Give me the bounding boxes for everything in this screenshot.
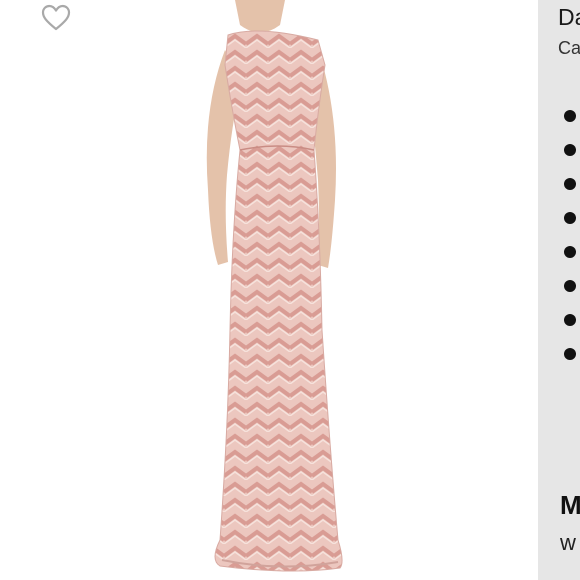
list-item-bullet — [564, 314, 576, 326]
list-item-bullet — [564, 246, 576, 258]
list-item-bullet — [564, 178, 576, 190]
list-item-bullet — [564, 212, 576, 224]
model-neck — [235, 0, 285, 33]
section-subtext: w — [560, 530, 576, 555]
list-item-bullet — [564, 280, 576, 292]
list-item-bullet — [564, 144, 576, 156]
list-item-bullet — [564, 348, 576, 360]
brand-name[interactable]: Da — [558, 4, 580, 31]
section-heading: M — [560, 490, 580, 520]
product-info-panel: Da Ca M w — [538, 0, 580, 580]
like-button[interactable] — [40, 2, 72, 32]
category-name[interactable]: Ca — [558, 38, 580, 59]
product-photo — [180, 0, 380, 580]
list-item-bullet — [564, 110, 576, 122]
gown-illustration — [206, 0, 343, 572]
product-image-pane — [0, 0, 538, 580]
heart-outline-icon — [41, 4, 71, 31]
